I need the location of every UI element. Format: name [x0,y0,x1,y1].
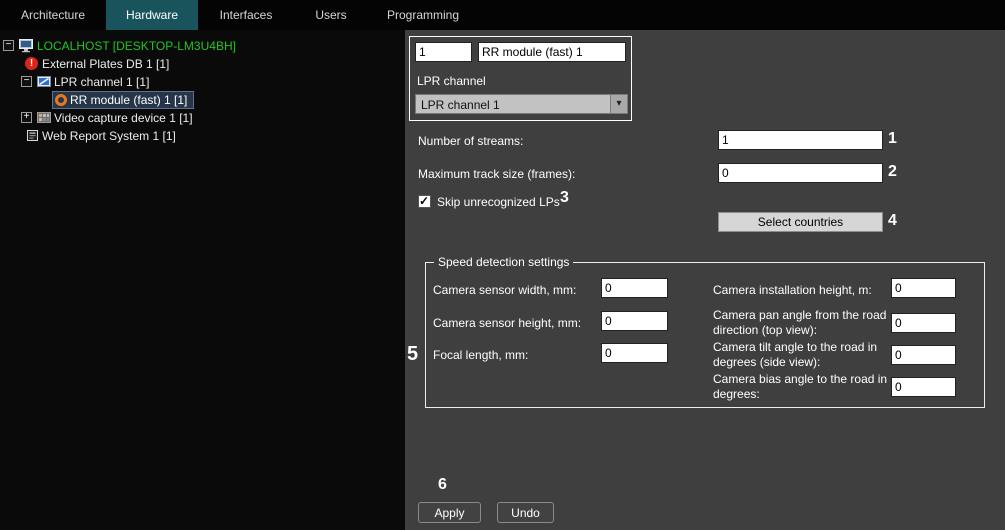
sensor-height-label: Camera sensor height, mm: [433,316,581,330]
tree-item-localhost[interactable]: − LOCALHOST [DESKTOP-LM3U4BH] [0,37,405,55]
max-track-size-label: Maximum track size (frames): [418,167,575,181]
annotation-1: 1 [888,130,897,148]
web-report-icon [27,130,38,144]
tree-item-web-report-system[interactable]: Web Report System 1 [1] [0,127,405,145]
bias-angle-input[interactable] [891,377,956,397]
number-of-streams-label: Number of streams: [418,134,523,148]
focal-length-input[interactable] [601,343,668,363]
annotation-2: 2 [888,163,897,181]
tab-architecture[interactable]: Architecture [0,0,106,30]
sensor-width-label: Camera sensor width, mm: [433,283,576,297]
object-name-field[interactable] [478,42,626,62]
dropdown-selected-value: LPR channel 1 [421,98,500,112]
number-of-streams-input[interactable] [718,130,883,150]
apply-button[interactable]: Apply [418,502,481,523]
object-id-field[interactable] [415,42,472,62]
installation-height-input[interactable] [891,278,956,298]
speed-detection-title: Speed detection settings [434,255,573,269]
tab-bar: Architecture Hardware Interfaces Users P… [0,0,1005,30]
select-countries-button[interactable]: Select countries [718,212,883,232]
focal-length-label: Focal length, mm: [433,348,528,362]
computer-icon [19,39,34,56]
app-window: Architecture Hardware Interfaces Users P… [0,0,1005,530]
tree-item-label: LOCALHOST [DESKTOP-LM3U4BH] [37,39,236,53]
tree-item-lpr-channel[interactable]: − LPR channel 1 [1] [0,73,405,91]
tab-programming[interactable]: Programming [368,0,478,30]
annotation-3: 3 [560,189,569,207]
video-capture-icon [37,112,51,126]
settings-panel: LPR channel LPR channel 1 ▾ Number of st… [405,30,1005,530]
undo-button[interactable]: Undo [497,502,554,523]
tilt-angle-input[interactable] [891,345,956,365]
tree-item-label: External Plates DB 1 [1] [42,57,169,71]
max-track-size-input[interactable] [718,163,883,183]
tree-item-label: RR module (fast) 1 [1] [70,93,187,107]
collapse-toggle-icon[interactable]: − [21,76,32,87]
annotation-4: 4 [888,212,897,230]
tree-item-rr-module[interactable]: RR module (fast) 1 [1] [0,91,405,109]
tab-hardware[interactable]: Hardware [106,0,198,30]
sensor-width-input[interactable] [601,278,668,298]
tree-item-label: Video capture device 1 [1] [54,111,193,125]
expand-toggle-icon[interactable]: + [21,112,32,123]
tilt-angle-label: Camera tilt angle to the road in degrees… [713,340,891,370]
object-identity-box: LPR channel LPR channel 1 ▾ [409,36,632,121]
rr-module-icon [55,94,67,106]
check-icon: ✓ [419,194,429,208]
tree-item-external-plates-db[interactable]: ! External Plates DB 1 [1] [0,55,405,73]
lpr-channel-dropdown[interactable]: LPR channel 1 ▾ [415,94,628,114]
channel-label: LPR channel [417,74,486,88]
pan-angle-input[interactable] [891,313,956,333]
annotation-5: 5 [407,343,418,366]
speed-detection-groupbox: Speed detection settings Camera sensor w… [425,262,985,408]
sensor-height-input[interactable] [601,311,668,331]
installation-height-label: Camera installation height, m: [713,283,872,297]
bias-angle-label: Camera bias angle to the road in degrees… [713,372,891,402]
device-tree-panel: − LOCALHOST [DESKTOP-LM3U4BH] ! External… [0,30,405,530]
tree-item-label: Web Report System 1 [1] [42,129,176,143]
tree-item-label: LPR channel 1 [1] [54,75,149,89]
pan-angle-label: Camera pan angle from the road direction… [713,308,891,338]
selected-tree-item[interactable]: RR module (fast) 1 [1] [52,91,194,109]
collapse-toggle-icon[interactable]: − [3,40,14,51]
alert-icon: ! [25,57,38,70]
lpr-channel-icon [37,76,51,90]
tab-users[interactable]: Users [294,0,368,30]
annotation-6: 6 [438,476,447,494]
tab-interfaces[interactable]: Interfaces [198,0,294,30]
skip-unrecognized-label: Skip unrecognized LPs [437,195,560,209]
skip-unrecognized-checkbox[interactable]: ✓ [418,195,431,208]
chevron-down-icon: ▾ [610,95,627,113]
tree-item-video-capture-device[interactable]: + Video capture device 1 [1] [0,109,405,127]
